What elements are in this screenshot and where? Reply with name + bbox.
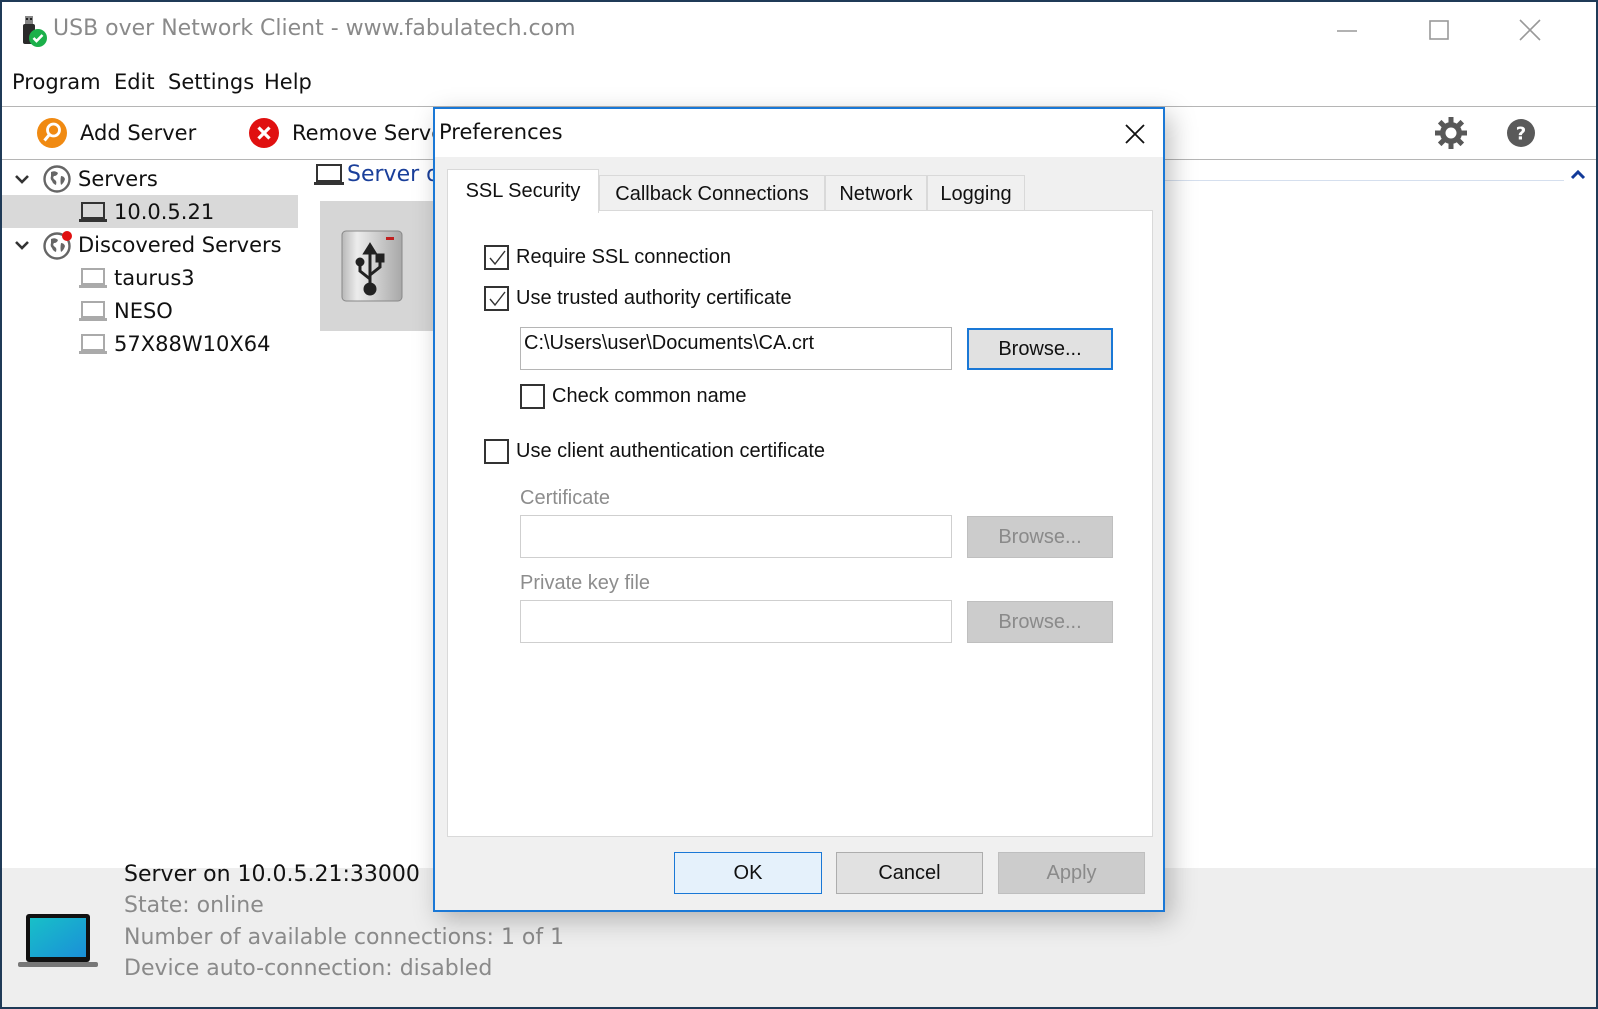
remove-server-label: Remove Server [292,121,453,145]
laptop-status-icon [18,914,98,967]
tab-callback-connections[interactable]: Callback Connections [599,175,825,212]
server-tree: Servers 10.0.5.21 Discovered Servers tau [2,160,302,850]
checkbox[interactable] [520,384,545,409]
tree-node-servers[interactable]: Servers [2,162,298,195]
tree-label-discovered-item: NESO [114,298,173,323]
menu-settings[interactable]: Settings [168,70,254,94]
minimize-button[interactable] [1324,10,1370,50]
tree-label-discovered-item: 57X88W10X64 [114,331,271,356]
laptop-icon [79,267,107,288]
laptop-icon [79,201,107,222]
tree-item-discovered[interactable]: taurus3 [2,261,298,294]
tab-network[interactable]: Network [825,175,927,212]
dialog-title-bar: Preferences [435,109,1163,157]
require-ssl-label: Require SSL connection [516,246,731,268]
checkmark-icon [489,250,506,266]
dialog-close-button[interactable] [1117,115,1153,151]
ssl-security-panel: Require SSL connection Use trusted autho… [447,210,1153,837]
menu-help[interactable]: Help [264,70,312,94]
ca-certificate-path-input[interactable]: C:\Users\user\Documents\CA.crt [520,327,952,370]
add-server-button[interactable]: Add Server [36,115,196,151]
usb-app-icon [23,16,47,47]
certificate-label: Certificate [520,487,611,509]
tab-ssl-security[interactable]: SSL Security [447,169,599,213]
cancel-button[interactable]: Cancel [836,852,983,894]
check-common-name-label: Check common name [552,385,747,407]
status-auto-connection: Device auto-connection: disabled [124,956,493,981]
add-server-label: Add Server [80,121,197,145]
menu-edit[interactable]: Edit [114,70,155,94]
private-key-input[interactable] [520,600,952,643]
menu-bar: Program Edit Settings Help [2,62,1596,106]
browse-certificate-button[interactable]: Browse... [967,516,1113,558]
status-connections: Number of available connections: 1 of 1 [124,925,565,950]
svg-text:?: ? [1516,124,1526,145]
chevron-down-icon[interactable] [12,169,32,189]
remove-server-button[interactable]: Remove Server [248,115,453,151]
help-button[interactable]: ? [1506,115,1536,151]
remove-server-icon [249,118,279,148]
checkbox[interactable] [484,439,509,464]
tree-item-discovered[interactable]: 57X88W10X64 [2,327,298,360]
client-auth-checkbox[interactable]: Use client authentication certificate [484,439,825,464]
apply-button[interactable]: Apply [998,852,1145,894]
ok-button[interactable]: OK [674,852,822,894]
window-title: USB over Network Client - www.fabulatech… [53,16,576,41]
section-divider [1162,180,1564,181]
usb-device-tile[interactable] [320,201,440,331]
laptop-icon [314,163,344,185]
tree-item-server[interactable]: 10.0.5.21 [2,195,298,228]
browse-private-key-button[interactable]: Browse... [967,601,1113,643]
tree-label-server: 10.0.5.21 [114,199,215,224]
chevron-down-icon[interactable] [12,235,32,255]
add-server-icon [37,118,67,148]
tree-node-discovered[interactable]: Discovered Servers [2,228,298,261]
checkmark-icon [489,291,506,307]
status-title: Server on 10.0.5.21:33000 [124,862,420,887]
title-bar: USB over Network Client - www.fabulatech… [2,2,1596,60]
gear-icon [1435,117,1467,149]
globe-icon [43,164,71,193]
maximize-icon [1429,20,1449,40]
help-icon: ? [1507,119,1535,147]
dialog-title: Preferences [439,120,563,144]
globe-alert-icon [43,230,72,260]
browse-ca-button[interactable]: Browse... [967,328,1113,370]
main-window: USB over Network Client - www.fabulatech… [2,2,1596,1007]
trusted-ca-checkbox[interactable]: Use trusted authority certificate [484,286,792,311]
check-common-name-checkbox[interactable]: Check common name [520,384,747,409]
require-ssl-checkbox[interactable]: Require SSL connection [484,245,731,270]
client-auth-label: Use client authentication certificate [516,440,826,462]
tree-label-discovered-item: taurus3 [114,265,195,290]
checkbox[interactable] [484,286,509,311]
close-icon [1519,19,1541,41]
usb-device-icon [341,230,403,302]
tree-label-discovered: Discovered Servers [78,232,282,257]
collapse-up-icon[interactable] [1570,168,1586,180]
preferences-dialog: Preferences SSL Security Callback Connec… [433,107,1165,912]
private-key-label: Private key file [520,572,651,594]
trusted-ca-label: Use trusted authority certificate [516,287,792,309]
laptop-icon [79,333,107,354]
close-button[interactable] [1507,10,1553,50]
certificate-input[interactable] [520,515,952,558]
tree-item-discovered[interactable]: NESO [2,294,298,327]
laptop-icon [79,300,107,321]
checkbox[interactable] [484,245,509,270]
close-icon [1125,124,1145,144]
menu-program[interactable]: Program [12,70,101,94]
tab-logging[interactable]: Logging [927,175,1025,212]
status-state: State: online [124,893,264,918]
settings-button[interactable] [1434,115,1468,151]
maximize-button[interactable] [1416,10,1462,50]
tree-label-servers: Servers [78,166,158,191]
minimize-icon [1337,30,1357,32]
